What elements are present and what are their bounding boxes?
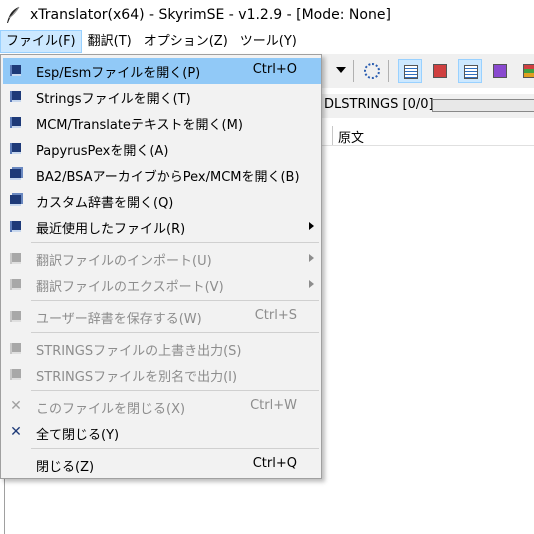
menu-item-label: Stringsファイルを開く(T) xyxy=(36,92,191,107)
submenu-arrow-icon xyxy=(309,222,314,230)
menu-item-label: 翻訳ファイルのインポート(U) xyxy=(36,254,212,269)
menu-item-label: 翻訳ファイルのエクスポート(V) xyxy=(36,280,224,295)
export-icon xyxy=(10,279,21,290)
menu-item-shortcut: Ctrl+O xyxy=(252,62,297,77)
target-icon[interactable] xyxy=(364,63,380,79)
view-lines-button[interactable] xyxy=(398,59,422,83)
view-red-button[interactable] xyxy=(428,59,452,83)
toolbar-separator xyxy=(353,60,354,82)
menu-item-label: Esp/Esmファイルを開く(P) xyxy=(36,66,201,81)
red-square-icon xyxy=(433,64,447,78)
list-icon xyxy=(404,65,418,79)
menu-item-label: 全て閉じる(Y) xyxy=(36,428,120,443)
menu-options[interactable]: オプション(Z) xyxy=(138,30,234,53)
menu-separator xyxy=(31,390,319,391)
close-all-icon: ✕ xyxy=(10,424,22,440)
menu-item-open-strings[interactable]: Stringsファイルを開く(T) xyxy=(3,84,321,110)
menu-item-recent-files[interactable]: 最近使用したファイル(R) xyxy=(3,214,321,240)
menu-item-shortcut: Ctrl+S xyxy=(254,308,297,323)
menu-item-shortcut: Ctrl+Q xyxy=(252,456,297,471)
toolbar xyxy=(322,54,534,88)
import-icon xyxy=(10,253,21,264)
menu-item-open-archive[interactable]: BA2/BSAアーカイブからPex/MCMを開く(B) xyxy=(3,162,321,188)
toolbar-separator xyxy=(388,60,389,82)
menu-item-label: ユーザー辞書を保存する(W) xyxy=(36,312,202,327)
menu-item-label: このファイルを閉じる(X) xyxy=(36,402,186,417)
menu-item-label: 閉じる(Z) xyxy=(36,460,95,475)
menu-item-label: STRINGSファイルを別名で出力(I) xyxy=(36,370,238,385)
open-file-icon xyxy=(10,91,21,102)
dictionary-icon xyxy=(10,195,21,206)
column-header-source[interactable]: 原文 xyxy=(338,127,364,146)
dlstrings-progress-bar xyxy=(432,99,534,112)
recent-files-icon xyxy=(10,221,21,232)
menu-item-shortcut: Ctrl+W xyxy=(250,398,297,413)
column-separator[interactable] xyxy=(332,126,333,145)
menu-item-label: BA2/BSAアーカイブからPex/MCMを開く(B) xyxy=(36,170,300,185)
menu-separator xyxy=(31,242,319,243)
menu-item-overwrite-strings[interactable]: STRINGSファイルの上書き出力(S) xyxy=(3,336,321,362)
view-blue-button[interactable] xyxy=(458,59,482,83)
file-menu: Esp/Esmファイルを開く(P) Ctrl+O Stringsファイルを開く(… xyxy=(0,54,322,479)
view-multicolor-button[interactable] xyxy=(518,59,534,83)
save-icon xyxy=(10,311,21,322)
menu-item-open-pex[interactable]: PapyrusPexを開く(A) xyxy=(3,136,321,162)
menu-item-save-strings-as[interactable]: STRINGSファイルを別名で出力(I) xyxy=(3,362,321,388)
menu-item-label: カスタム辞書を開く(Q) xyxy=(36,196,174,211)
view-purple-button[interactable] xyxy=(488,59,512,83)
quill-icon xyxy=(2,4,24,26)
list-icon xyxy=(464,65,478,79)
save-icon xyxy=(10,343,21,354)
purple-square-icon xyxy=(493,64,507,78)
menu-item-label: 最近使用したファイル(R) xyxy=(36,222,186,237)
menu-item-label: STRINGSファイルの上書き出力(S) xyxy=(36,344,242,359)
open-file-icon xyxy=(10,117,21,128)
menu-item-label: PapyrusPexを開く(A) xyxy=(36,144,169,159)
menu-item-exit[interactable]: 閉じる(Z) Ctrl+Q xyxy=(3,452,321,478)
menu-item-close-all[interactable]: ✕ 全て閉じる(Y) xyxy=(3,420,321,446)
menu-item-save-dictionary[interactable]: ユーザー辞書を保存する(W) Ctrl+S xyxy=(3,304,321,330)
menu-separator xyxy=(31,332,319,333)
open-file-icon xyxy=(10,65,21,76)
strings-status-bar: DLSTRINGS [0/0] xyxy=(322,94,534,118)
menu-bar: ファイル(F) 翻訳(T) オプション(Z) ツール(Y) xyxy=(0,30,534,53)
dropdown-arrow-icon[interactable] xyxy=(336,67,346,73)
menu-item-export[interactable]: 翻訳ファイルのエクスポート(V) xyxy=(3,272,321,298)
window-title: xTranslator(x64) - SkyrimSE - v1.2.9 - [… xyxy=(30,7,391,23)
save-as-icon xyxy=(10,369,21,380)
menu-file[interactable]: ファイル(F) xyxy=(0,30,82,53)
submenu-arrow-icon xyxy=(309,254,314,262)
menu-item-open-dictionary[interactable]: カスタム辞書を開く(Q) xyxy=(3,188,321,214)
title-bar: xTranslator(x64) - SkyrimSE - v1.2.9 - [… xyxy=(0,0,534,30)
color-bars-icon xyxy=(523,64,534,78)
menu-item-open-esp[interactable]: Esp/Esmファイルを開く(P) Ctrl+O xyxy=(3,58,321,84)
menu-translate[interactable]: 翻訳(T) xyxy=(82,30,138,53)
menu-separator xyxy=(31,300,319,301)
archive-icon xyxy=(10,169,21,180)
dlstrings-status: DLSTRINGS [0/0] xyxy=(324,97,434,112)
open-file-icon xyxy=(10,143,21,154)
menu-tools[interactable]: ツール(Y) xyxy=(234,30,303,53)
menu-item-close-file[interactable]: ✕ このファイルを閉じる(X) Ctrl+W xyxy=(3,394,321,420)
close-icon: ✕ xyxy=(10,398,22,414)
submenu-arrow-icon xyxy=(309,280,314,288)
menu-separator xyxy=(31,448,319,449)
menu-item-import[interactable]: 翻訳ファイルのインポート(U) xyxy=(3,246,321,272)
menu-item-open-mcm[interactable]: MCM/Translateテキストを開く(M) xyxy=(3,110,321,136)
menu-item-label: MCM/Translateテキストを開く(M) xyxy=(36,118,243,133)
